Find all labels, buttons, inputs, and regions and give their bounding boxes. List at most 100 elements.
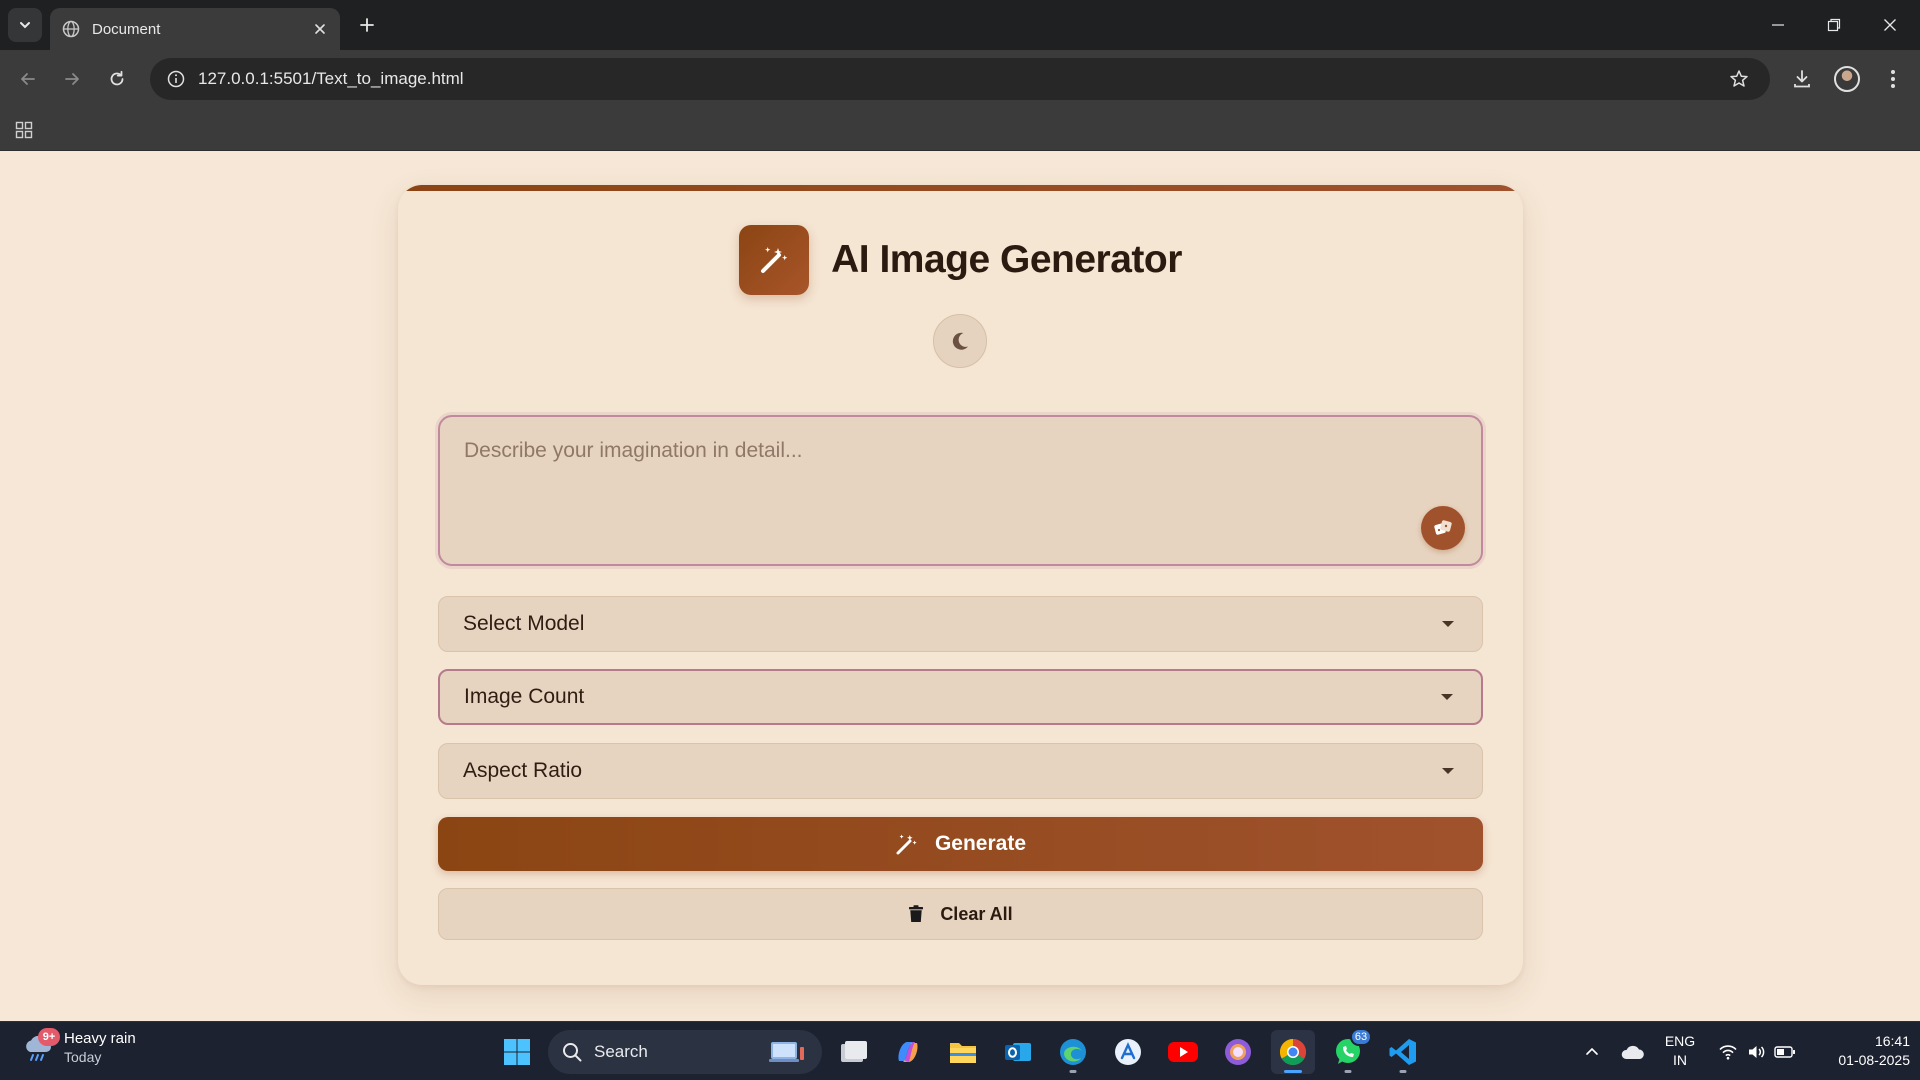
generator-card: AI Image Generator Select Model Image Co… — [398, 185, 1523, 985]
random-prompt-button[interactable] — [1421, 506, 1465, 550]
app-store-app[interactable] — [1106, 1030, 1150, 1074]
theme-toggle-button[interactable] — [933, 314, 987, 368]
clear-all-button-label: Clear All — [940, 903, 1013, 924]
system-clock[interactable]: 16:41 01-08-2025 — [1810, 1032, 1910, 1070]
close-icon — [315, 24, 325, 34]
chrome-icon — [1279, 1038, 1307, 1066]
bookmark-star-button[interactable] — [1726, 66, 1752, 92]
browser-tab-strip: Document — [0, 0, 1920, 50]
minimize-icon — [1772, 24, 1784, 26]
model-select-label: Select Model — [463, 612, 585, 635]
dice-icon — [1434, 520, 1452, 535]
chrome-app[interactable] — [1271, 1030, 1315, 1074]
file-explorer-app[interactable] — [941, 1030, 985, 1074]
restore-icon — [1827, 18, 1841, 32]
youtube-app[interactable] — [1161, 1030, 1205, 1074]
speaker-icon — [1749, 1046, 1765, 1058]
copilot-icon — [898, 1042, 918, 1062]
input-language-indicator[interactable]: ENG IN — [1660, 1032, 1700, 1070]
apps-button[interactable] — [10, 116, 38, 144]
moon-icon — [952, 332, 968, 350]
minimize-button[interactable] — [1750, 0, 1806, 50]
wifi-icon — [1719, 1045, 1737, 1060]
taskbar-search[interactable]: Search — [548, 1030, 822, 1074]
apps-grid-icon — [15, 121, 33, 139]
task-view-icon — [841, 1041, 867, 1062]
plus-icon — [360, 18, 374, 32]
site-info-button[interactable] — [154, 58, 198, 100]
aspect-ratio-select-label: Aspect Ratio — [463, 759, 583, 782]
app-store-icon — [1115, 1039, 1141, 1065]
trash-icon — [909, 905, 924, 922]
rain-cloud-icon: 9+ — [22, 1027, 60, 1064]
browser-app[interactable] — [1216, 1030, 1260, 1074]
search-highlight-icon — [769, 1042, 804, 1062]
tab-close-button[interactable] — [306, 15, 334, 43]
clock-time: 16:41 — [1874, 1033, 1910, 1049]
vscode-app[interactable] — [1381, 1030, 1425, 1074]
onedrive-button[interactable] — [1616, 1030, 1650, 1074]
image-count-select[interactable]: Image Count — [438, 669, 1483, 725]
edge-app[interactable] — [1051, 1030, 1095, 1074]
task-view-button[interactable] — [832, 1030, 876, 1074]
card-accent-bar — [398, 185, 1523, 191]
app-logo — [739, 225, 810, 295]
chevron-down-icon — [1441, 694, 1453, 700]
prompt-input[interactable] — [438, 415, 1483, 566]
generate-button[interactable]: Generate — [438, 817, 1483, 871]
globe-icon — [62, 20, 80, 38]
weather-widget[interactable]: 9+ Heavy rain Today — [22, 1027, 136, 1065]
aspect-ratio-select[interactable]: Aspect Ratio — [438, 743, 1483, 799]
close-window-button[interactable] — [1862, 0, 1918, 50]
forward-button[interactable] — [56, 63, 88, 95]
bookmarks-bar — [0, 108, 1920, 151]
close-icon — [1884, 19, 1896, 31]
arrow-right-icon — [65, 73, 79, 85]
browser-tab[interactable]: Document — [50, 8, 340, 50]
whatsapp-app[interactable]: 63 — [1326, 1028, 1372, 1074]
show-hidden-icons-button[interactable] — [1578, 1030, 1606, 1074]
more-vertical-icon — [1891, 70, 1895, 88]
back-button[interactable] — [12, 63, 44, 95]
language-code: ENG — [1664, 1033, 1696, 1049]
volume-status[interactable] — [1742, 1030, 1770, 1074]
weather-day: Today — [64, 1049, 102, 1065]
chevron-down-icon — [1442, 768, 1454, 774]
taskbar-search-label: Search — [594, 1042, 648, 1061]
weather-condition: Heavy rain — [64, 1030, 136, 1047]
page-title: AI Image Generator — [831, 238, 1182, 281]
firefox-icon — [1225, 1039, 1251, 1065]
restore-button[interactable] — [1806, 0, 1862, 50]
page-viewport: AI Image Generator Select Model Image Co… — [0, 151, 1920, 1021]
download-icon — [1794, 70, 1810, 88]
weather-badge: 9+ — [38, 1027, 60, 1046]
tab-title: Document — [92, 20, 161, 38]
running-indicator — [1344, 1070, 1352, 1073]
notification-badge: 63 — [1350, 1028, 1372, 1046]
start-button[interactable] — [495, 1030, 539, 1074]
youtube-icon — [1168, 1042, 1198, 1062]
star-icon — [1730, 70, 1748, 87]
running-indicator — [1284, 1070, 1302, 1073]
browser-menu-button[interactable] — [1877, 63, 1909, 95]
magic-wand-icon — [896, 834, 917, 855]
address-bar[interactable]: 127.0.0.1:5501/Text_to_image.html — [150, 58, 1770, 100]
battery-icon — [1774, 1046, 1795, 1058]
wifi-status[interactable] — [1714, 1030, 1742, 1074]
outlook-app[interactable] — [996, 1030, 1040, 1074]
copilot-app[interactable] — [886, 1030, 930, 1074]
windows-logo-icon — [504, 1039, 530, 1065]
profile-button[interactable] — [1831, 63, 1863, 95]
battery-status[interactable] — [1770, 1030, 1800, 1074]
new-tab-button[interactable] — [352, 10, 382, 40]
cloud-icon — [1621, 1045, 1644, 1059]
downloads-button[interactable] — [1786, 63, 1818, 95]
browser-toolbar: 127.0.0.1:5501/Text_to_image.html — [0, 50, 1920, 108]
url-text: 127.0.0.1:5501/Text_to_image.html — [198, 69, 464, 88]
model-select[interactable]: Select Model — [438, 596, 1483, 652]
tab-search-button[interactable] — [8, 8, 42, 42]
clear-all-button[interactable]: Clear All — [438, 888, 1483, 940]
image-count-select-label: Image Count — [464, 685, 585, 708]
reload-button[interactable] — [101, 63, 133, 95]
search-icon — [563, 1043, 582, 1062]
